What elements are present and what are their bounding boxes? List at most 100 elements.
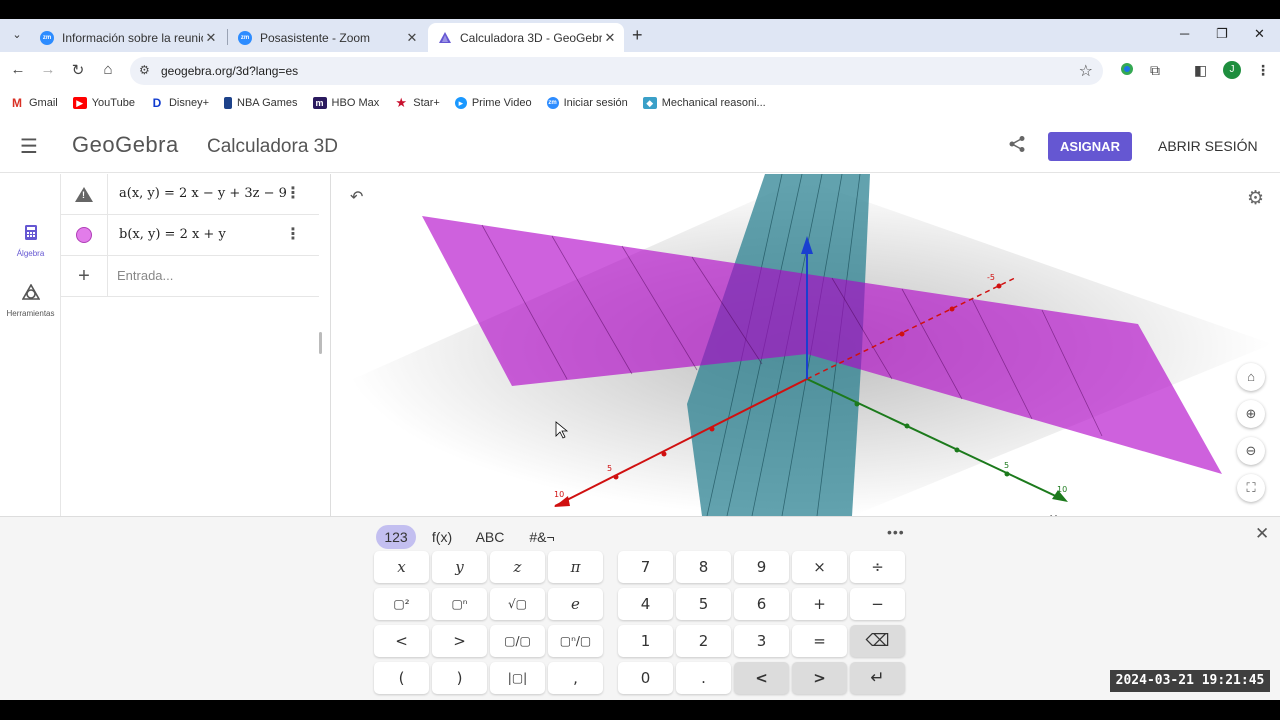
key-2[interactable]: 2 [676, 625, 731, 657]
bookmark-iniciar-sesion[interactable]: zm Iniciar sesión [546, 97, 628, 109]
key-plus[interactable]: + [792, 588, 847, 620]
rail-item-tools[interactable]: Herramientas [0, 283, 61, 318]
key-e[interactable]: e [548, 588, 603, 620]
bookmark-youtube[interactable]: ▶ YouTube [72, 97, 135, 109]
bookmark-prime-video[interactable]: ▸ Prime Video [454, 97, 532, 109]
algebra-input[interactable]: Entrada... [117, 268, 173, 283]
address-bar[interactable]: ⚙ geogebra.org/3d?lang=es ☆ [130, 57, 1103, 85]
key-sqrt[interactable]: √▢ [490, 588, 545, 620]
algebra-row-b[interactable]: b(x, y) = 2 x + y ⋮ [61, 215, 319, 256]
profile-avatar[interactable]: J [1223, 61, 1241, 79]
assign-button[interactable]: ASIGNAR [1048, 132, 1132, 161]
key-divide[interactable]: ÷ [850, 551, 905, 583]
close-icon[interactable]: ✕ [602, 30, 618, 46]
key-less-than[interactable]: < [374, 625, 429, 657]
key-6[interactable]: 6 [734, 588, 789, 620]
bookmark-disney[interactable]: D Disney+ [150, 97, 209, 109]
key-1[interactable]: 1 [618, 625, 673, 657]
bookmark-star-icon[interactable]: ☆ [1079, 61, 1093, 81]
key-y[interactable]: y [432, 551, 487, 583]
bookmark-hbo-max[interactable]: m HBO Max [312, 97, 379, 109]
close-icon[interactable]: ✕ [404, 30, 420, 46]
hamburger-menu-icon[interactable]: ☰ [20, 134, 38, 159]
key-abs[interactable]: |▢| [490, 662, 545, 694]
key-backspace[interactable]: ⌫ [850, 625, 905, 657]
row-menu-kebab-icon[interactable]: ⋮ [285, 183, 301, 203]
restore-button[interactable]: ❐ [1216, 26, 1228, 42]
key-3[interactable]: 3 [734, 625, 789, 657]
menu-kebab-icon[interactable]: ⋮ [1256, 62, 1270, 79]
keyboard-close-icon[interactable]: ✕ [1255, 524, 1269, 544]
key-power[interactable]: ▢ⁿ [432, 588, 487, 620]
visibility-toggle-icon[interactable] [76, 227, 92, 243]
bookmark-nba[interactable]: NBA Games [224, 97, 298, 109]
new-tab-button[interactable]: + [632, 25, 643, 46]
login-button[interactable]: ABRIR SESIÓN [1158, 138, 1258, 154]
key-z[interactable]: z [490, 551, 545, 583]
home-icon[interactable]: ⌂ [98, 61, 118, 78]
site-settings-icon[interactable]: ⚙ [139, 63, 150, 77]
algebra-row-a[interactable]: ! a(x, y) = 2 x − y + 3z − 9 ⋮ [61, 174, 319, 215]
keyboard-tab-symbols[interactable]: #&¬ [522, 525, 562, 549]
zoom-out-icon[interactable]: ⊖ [1237, 437, 1265, 465]
key-decimal[interactable]: . [676, 662, 731, 694]
window-close-button[interactable]: ✕ [1254, 26, 1265, 42]
key-4[interactable]: 4 [618, 588, 673, 620]
key-close-paren[interactable]: ) [432, 662, 487, 694]
home-view-icon[interactable]: ⌂ [1237, 363, 1265, 391]
key-8[interactable]: 8 [676, 551, 731, 583]
bookmark-mechanical-reasoning[interactable]: ◆ Mechanical reasoni... [642, 97, 766, 109]
algebra-input-row[interactable]: + Entrada... [61, 256, 319, 297]
key-greater-than[interactable]: > [432, 625, 487, 657]
bookmark-star-plus[interactable]: ★ Star+ [394, 96, 439, 109]
geogebra-logo[interactable]: GeoGebra [72, 132, 179, 158]
key-equals[interactable]: = [792, 625, 847, 657]
panel-resize-handle[interactable] [319, 332, 322, 354]
graphics-3d-view[interactable]: 10 5 -5 5 10 x y [332, 174, 1280, 516]
fullscreen-icon[interactable]: ⛶ [1237, 474, 1265, 502]
keyboard-tab-fx[interactable]: f(x) [424, 525, 460, 549]
algebra-row-marker[interactable]: ! [61, 174, 108, 214]
keyboard-tab-abc[interactable]: ABC [470, 525, 510, 549]
row-menu-kebab-icon[interactable]: ⋮ [285, 224, 301, 244]
tab-search-chevron-icon[interactable]: ⌄ [8, 26, 26, 44]
share-icon[interactable] [1008, 135, 1026, 158]
key-cursor-left[interactable]: < [734, 662, 789, 694]
back-arrow-icon[interactable]: ← [8, 61, 28, 78]
key-mixed-fraction[interactable]: ▢ⁿ/▢ [548, 625, 603, 657]
rail-item-algebra[interactable]: Álgebra [0, 224, 61, 258]
keyboard-tab-123[interactable]: 123 [376, 525, 416, 549]
graphics-canvas[interactable]: 10 5 -5 5 10 x y [332, 174, 1280, 516]
key-square[interactable]: ▢² [374, 588, 429, 620]
extension-icon[interactable] [1120, 62, 1134, 79]
key-7[interactable]: 7 [618, 551, 673, 583]
key-enter[interactable]: ↵ [850, 662, 905, 694]
minimize-button[interactable]: ─ [1180, 26, 1189, 41]
tab-zoom-posasistente[interactable]: zm Posasistente - Zoom ✕ [228, 23, 426, 52]
key-comma[interactable]: , [548, 662, 603, 694]
key-open-paren[interactable]: ( [374, 662, 429, 694]
zoom-in-icon[interactable]: ⊕ [1237, 400, 1265, 428]
key-0[interactable]: 0 [618, 662, 673, 694]
reload-icon[interactable]: ↻ [68, 61, 88, 79]
key-pi[interactable]: π [548, 551, 603, 583]
tab-geogebra-active[interactable]: Calculadora 3D - GeoGebra ✕ [428, 23, 624, 52]
algebra-expression[interactable]: b(x, y) = 2 x + y [119, 227, 226, 242]
key-cursor-right[interactable]: > [792, 662, 847, 694]
algebra-row-marker[interactable] [61, 215, 108, 255]
close-icon[interactable]: ✕ [203, 30, 219, 46]
forward-arrow-icon[interactable]: → [38, 61, 58, 78]
bookmark-gmail[interactable]: M Gmail [10, 97, 58, 109]
settings-gear-icon[interactable]: ⚙ [1247, 187, 1264, 210]
key-5[interactable]: 5 [676, 588, 731, 620]
tab-zoom-meeting-info[interactable]: zm Información sobre la reunión - Zoom ✕ [30, 23, 225, 52]
key-9[interactable]: 9 [734, 551, 789, 583]
keyboard-more-icon[interactable]: ••• [887, 524, 905, 540]
key-fraction[interactable]: ▢/▢ [490, 625, 545, 657]
side-panel-icon[interactable]: ◧ [1194, 62, 1207, 79]
extensions-puzzle-icon[interactable]: ⧉ [1150, 62, 1160, 79]
key-minus[interactable]: − [850, 588, 905, 620]
key-x[interactable]: x [374, 551, 429, 583]
undo-icon[interactable]: ↶ [350, 187, 363, 207]
algebra-expression[interactable]: a(x, y) = 2 x − y + 3z − 9 [119, 186, 287, 201]
